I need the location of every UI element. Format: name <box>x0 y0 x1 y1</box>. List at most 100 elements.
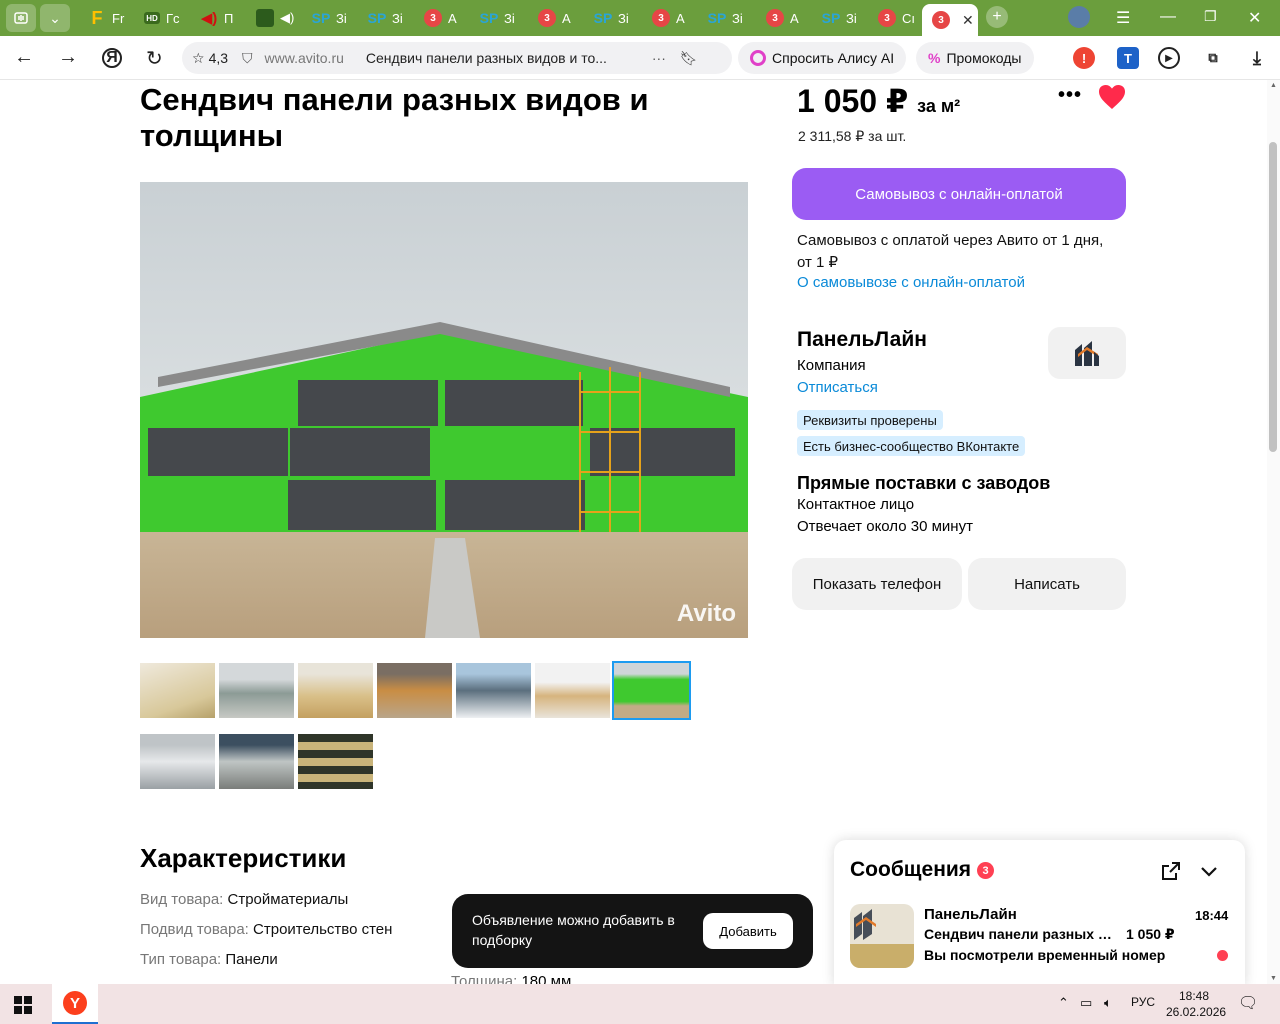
menu-icon[interactable]: ☰ <box>1116 8 1130 28</box>
taskbar-clock[interactable]: 18:48 26.02.2026 <box>1166 988 1226 1020</box>
extension-shield-icon[interactable]: ! <box>1073 47 1095 69</box>
thumbnail-2[interactable] <box>219 663 294 718</box>
chat-item-price: 1 050 ₽ <box>1126 926 1175 942</box>
thumbnail-3[interactable] <box>298 663 373 718</box>
add-to-collection-toast: Объявление можно добавить в подборку Доб… <box>452 894 813 968</box>
show-phone-button[interactable]: Показать телефон <box>792 558 962 610</box>
avito-watermark: Avito <box>676 600 736 627</box>
listing-title: Сендвич панели разных видов и толщины <box>140 82 649 153</box>
chat-item-title[interactable]: Сендвич панели разных видов и толщины <box>924 926 1119 942</box>
tab-item[interactable]: SP Зі <box>470 4 522 32</box>
seller-name[interactable]: ПанельЛайн <box>797 328 927 352</box>
shop-name[interactable]: Прямые поставки с заводов <box>797 473 1050 494</box>
pickup-info-link[interactable]: О самовывозе с онлайн-оплатой <box>797 274 1025 291</box>
close-icon[interactable]: ✕ <box>962 12 974 29</box>
bookmark-icon[interactable]: 🔖︎ <box>680 50 698 67</box>
sp-icon: SP <box>821 10 841 26</box>
thumbnail-5[interactable] <box>456 663 531 718</box>
thumbnail-10[interactable] <box>298 734 373 789</box>
sp-icon: SP <box>479 10 499 26</box>
promo-button[interactable]: % Промокоды <box>916 42 1034 74</box>
add-to-collection-button[interactable]: Добавить <box>703 913 793 949</box>
tray-chevron-up-icon[interactable]: ⌃ <box>1058 995 1069 1011</box>
profile-avatar[interactable] <box>1068 6 1090 28</box>
more-icon[interactable]: ··· <box>652 50 666 66</box>
tab-item[interactable]: 3А <box>414 4 466 32</box>
warehouse-photo-image <box>140 182 748 638</box>
tab-active[interactable]: 3 ✕ <box>922 4 978 36</box>
page-scrollbar[interactable]: ▲ ▼ <box>1267 80 1280 986</box>
tab-item[interactable]: SP Зі <box>584 4 636 32</box>
tab-item[interactable]: SP Зі <box>358 4 410 32</box>
thumbnail-9[interactable] <box>219 734 294 789</box>
tab-list-button[interactable]: ⌄ <box>40 4 70 32</box>
tab-item[interactable]: HD Гс <box>134 4 184 32</box>
sound-icon: ◀) <box>200 10 218 27</box>
avito-badge-icon: 3 <box>878 9 896 27</box>
thumbnail-6[interactable] <box>535 663 610 718</box>
tab-item[interactable]: 3А <box>528 4 580 32</box>
extension-translate-icon[interactable]: T <box>1117 47 1139 69</box>
price-unit: за м² <box>917 96 961 116</box>
window-close-icon[interactable]: ✕ <box>1248 8 1261 28</box>
scroll-down-icon[interactable]: ▼ <box>1270 975 1277 982</box>
chevron-down-icon[interactable] <box>1198 860 1220 887</box>
network-icon[interactable]: ▭ <box>1080 995 1092 1011</box>
address-bar[interactable]: ☆ 4,3 ⛉ www.avito.ru Сендвич панели разн… <box>182 42 732 74</box>
shield-icon[interactable]: ⛉ <box>242 50 253 67</box>
pickup-online-payment-button[interactable]: Самовывоз с онлайн-оплатой <box>792 168 1126 220</box>
write-button[interactable]: Написать <box>968 558 1126 610</box>
characteristics-heading: Характеристики <box>140 843 347 873</box>
avito-badge-icon: 3 <box>652 9 670 27</box>
minimize-icon[interactable]: — <box>1160 8 1176 26</box>
restore-icon[interactable]: ❐ <box>1204 8 1217 25</box>
more-options-icon[interactable]: ••• <box>1058 84 1082 107</box>
avito-badge-icon: 3 <box>932 11 950 29</box>
tab-item[interactable]: SP Зі <box>302 4 354 32</box>
chat-sender[interactable]: ПанельЛайн <box>924 906 1017 923</box>
main-photo[interactable]: Avito <box>140 182 748 638</box>
thumbnail-4[interactable] <box>377 663 452 718</box>
notifications-icon[interactable]: 🗨︎ <box>1238 993 1258 1013</box>
tab-item[interactable]: 3 Сı <box>868 4 918 32</box>
reload-icon[interactable]: ↻ <box>146 46 163 71</box>
download-icon[interactable]: ⤓ <box>1246 47 1268 69</box>
chat-last-message[interactable]: Вы посмотрели временный номер <box>924 947 1174 963</box>
sp-icon: SP <box>707 10 727 26</box>
forward-icon[interactable]: → <box>58 46 78 69</box>
tab-item[interactable]: 3А <box>642 4 694 32</box>
unsubscribe-link[interactable]: Отписаться <box>797 379 878 396</box>
tab-item[interactable]: SP Зі <box>812 4 864 32</box>
messages-title[interactable]: Сообщения <box>850 858 971 882</box>
plus-icon: + <box>992 8 1002 25</box>
taskbar-yandex-browser[interactable]: Y <box>52 984 98 1024</box>
yandex-logo-icon[interactable]: Я <box>102 48 122 68</box>
tab-item[interactable]: ◀) П <box>190 4 240 32</box>
tab-item[interactable]: 3А <box>756 4 808 32</box>
tab-item[interactable]: SP Зі <box>698 4 750 32</box>
messages-panel: Сообщения 3 ПанельЛайн 18:44 Сендвич пан… <box>834 840 1245 986</box>
thumbnail-8[interactable] <box>140 734 215 789</box>
open-external-icon[interactable] <box>1160 860 1182 887</box>
tab-item[interactable]: F Fr <box>78 4 126 32</box>
sp-icon: SP <box>593 10 613 26</box>
favorite-heart-icon[interactable] <box>1098 84 1126 115</box>
price: 1 050 ₽ за м² <box>797 83 961 119</box>
alice-button[interactable]: Спросить Алису AI <box>738 42 907 74</box>
chat-avatar[interactable] <box>850 904 914 968</box>
tab-item[interactable]: ◀) <box>246 4 296 32</box>
thumbnail-1[interactable] <box>140 663 215 718</box>
language-indicator[interactable]: РУС <box>1131 995 1155 1009</box>
thumbnail-7-selected[interactable] <box>612 661 691 720</box>
yandex-menu-button[interactable] <box>6 4 36 32</box>
windows-start-icon[interactable] <box>14 996 32 1019</box>
media-play-icon[interactable]: ▶ <box>1158 47 1180 69</box>
volume-icon[interactable]: 🔈︎ <box>1104 995 1112 1011</box>
collections-icon[interactable]: ⧉ <box>1202 47 1224 69</box>
scrollbar-thumb[interactable] <box>1269 142 1277 452</box>
back-icon[interactable]: ← <box>14 46 34 69</box>
scroll-up-icon[interactable]: ▲ <box>1270 82 1277 89</box>
seller-logo[interactable] <box>1048 327 1126 379</box>
green-app-icon <box>256 9 274 27</box>
new-tab-button[interactable]: + <box>986 6 1008 28</box>
